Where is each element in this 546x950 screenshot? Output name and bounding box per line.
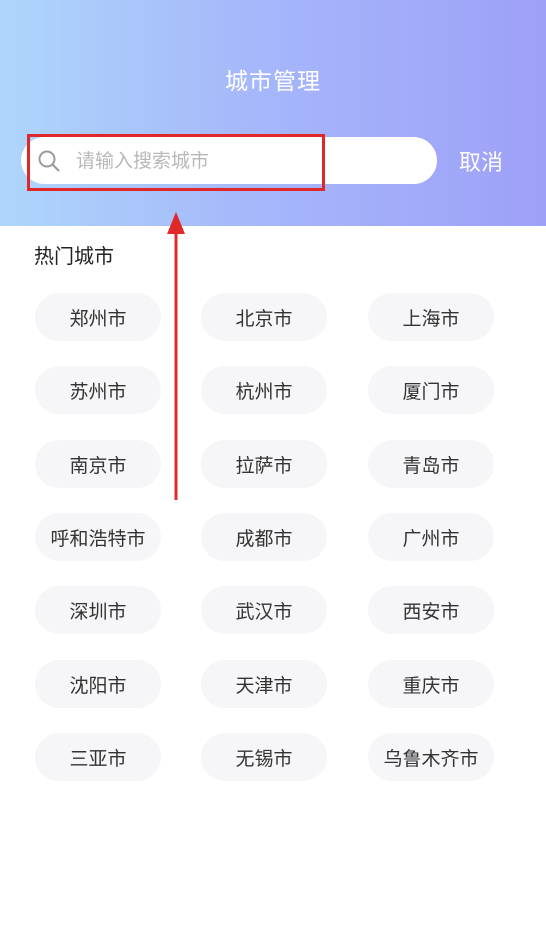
city-chip[interactable]: 南京市 [35, 440, 161, 488]
city-chip[interactable]: 苏州市 [35, 366, 161, 414]
city-chip[interactable]: 广州市 [368, 513, 494, 561]
city-chip[interactable]: 成都市 [201, 513, 327, 561]
city-chip[interactable]: 无锡市 [201, 733, 327, 781]
city-chip[interactable]: 重庆市 [368, 660, 494, 708]
city-chip[interactable]: 天津市 [201, 660, 327, 708]
city-chip[interactable]: 上海市 [368, 293, 494, 341]
city-chip[interactable]: 厦门市 [368, 366, 494, 414]
city-chip[interactable]: 乌鲁木齐市 [368, 733, 494, 781]
city-chip[interactable]: 呼和浩特市 [35, 513, 161, 561]
city-chip[interactable]: 郑州市 [35, 293, 161, 341]
city-chip[interactable]: 杭州市 [201, 366, 327, 414]
city-chip[interactable]: 三亚市 [35, 733, 161, 781]
city-chip[interactable]: 深圳市 [35, 586, 161, 634]
city-chip[interactable]: 拉萨市 [201, 440, 327, 488]
hot-cities-grid: 郑州市 北京市 上海市苏州市 杭州市 厦门市南京市 拉萨市 青岛市呼和浩特市 成都市 广州市深圳… [0, 0, 546, 950]
city-chip[interactable]: 武汉市 [201, 586, 327, 634]
city-chip[interactable]: 西安市 [368, 586, 494, 634]
city-chip[interactable]: 沈阳市 [35, 660, 161, 708]
city-chip[interactable]: 北京市 [201, 293, 327, 341]
city-chip[interactable]: 青岛市 [368, 440, 494, 488]
